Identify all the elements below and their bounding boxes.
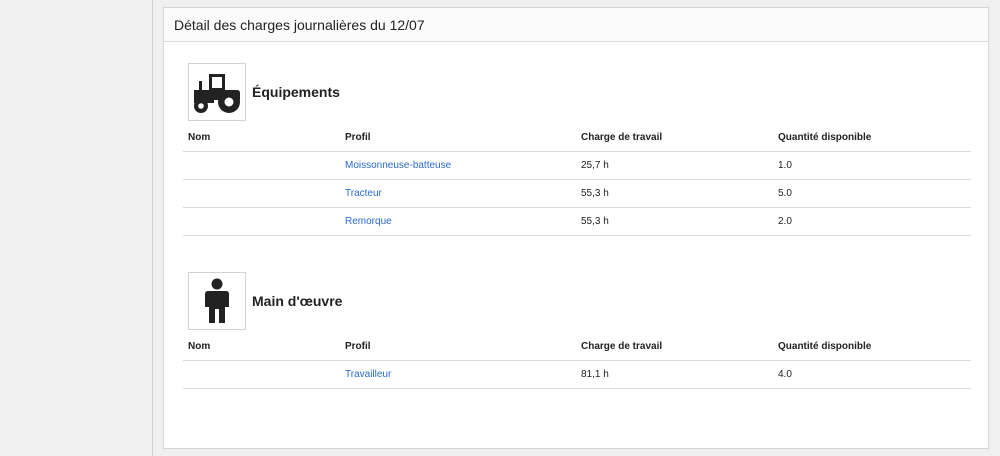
cell-charge: 25,7 h bbox=[576, 151, 773, 180]
column-header-quantite: Quantité disponible bbox=[773, 332, 971, 361]
column-header-nom: Nom bbox=[183, 332, 340, 361]
column-header-profil: Profil bbox=[340, 332, 576, 361]
cell-quantite: 5.0 bbox=[773, 179, 971, 208]
table-row: Tracteur 55,3 h 5.0 bbox=[183, 179, 971, 208]
daily-charges-panel: Détail des charges journalières du 12/07 bbox=[163, 7, 989, 449]
table-header-row: Nom Profil Charge de travail Quantité di… bbox=[183, 123, 971, 152]
section-equipements: Équipements Nom Profil Charge de travail… bbox=[183, 61, 971, 236]
table-row: Travailleur 81,1 h 4.0 bbox=[183, 360, 971, 389]
profile-link[interactable]: Remorque bbox=[345, 216, 392, 227]
cell-quantite: 1.0 bbox=[773, 151, 971, 180]
profile-link[interactable]: Tracteur bbox=[345, 188, 382, 199]
profile-link[interactable]: Travailleur bbox=[345, 369, 391, 380]
cell-nom bbox=[183, 207, 340, 236]
cell-quantite: 2.0 bbox=[773, 207, 971, 236]
table-row: Remorque 55,3 h 2.0 bbox=[183, 207, 971, 236]
cell-nom bbox=[183, 151, 340, 180]
profile-link[interactable]: Moissonneuse-batteuse bbox=[345, 160, 451, 171]
person-icon bbox=[188, 272, 246, 330]
cell-charge: 55,3 h bbox=[576, 207, 773, 236]
section-header: Main d'œuvre bbox=[183, 270, 971, 332]
tractor-icon bbox=[188, 63, 246, 121]
cell-charge: 55,3 h bbox=[576, 179, 773, 208]
cell-quantite: 4.0 bbox=[773, 360, 971, 389]
column-header-profil: Profil bbox=[340, 123, 576, 152]
column-header-nom: Nom bbox=[183, 123, 340, 152]
section-title: Main d'œuvre bbox=[252, 293, 343, 309]
table-row: Moissonneuse-batteuse 25,7 h 1.0 bbox=[183, 151, 971, 180]
column-header-charge: Charge de travail bbox=[576, 332, 773, 361]
equipment-table: Nom Profil Charge de travail Quantité di… bbox=[183, 123, 971, 236]
cell-charge: 81,1 h bbox=[576, 360, 773, 389]
column-header-charge: Charge de travail bbox=[576, 123, 773, 152]
panel-title: Détail des charges journalières du 12/07 bbox=[164, 8, 988, 42]
labor-table: Nom Profil Charge de travail Quantité di… bbox=[183, 332, 971, 389]
cell-nom bbox=[183, 360, 340, 389]
section-title: Équipements bbox=[252, 84, 340, 100]
left-sidebar bbox=[0, 0, 153, 456]
table-header-row: Nom Profil Charge de travail Quantité di… bbox=[183, 332, 971, 361]
section-header: Équipements bbox=[183, 61, 971, 123]
column-header-quantite: Quantité disponible bbox=[773, 123, 971, 152]
cell-nom bbox=[183, 179, 340, 208]
section-main-doeuvre: Main d'œuvre Nom Profil Charge de travai… bbox=[183, 270, 971, 389]
